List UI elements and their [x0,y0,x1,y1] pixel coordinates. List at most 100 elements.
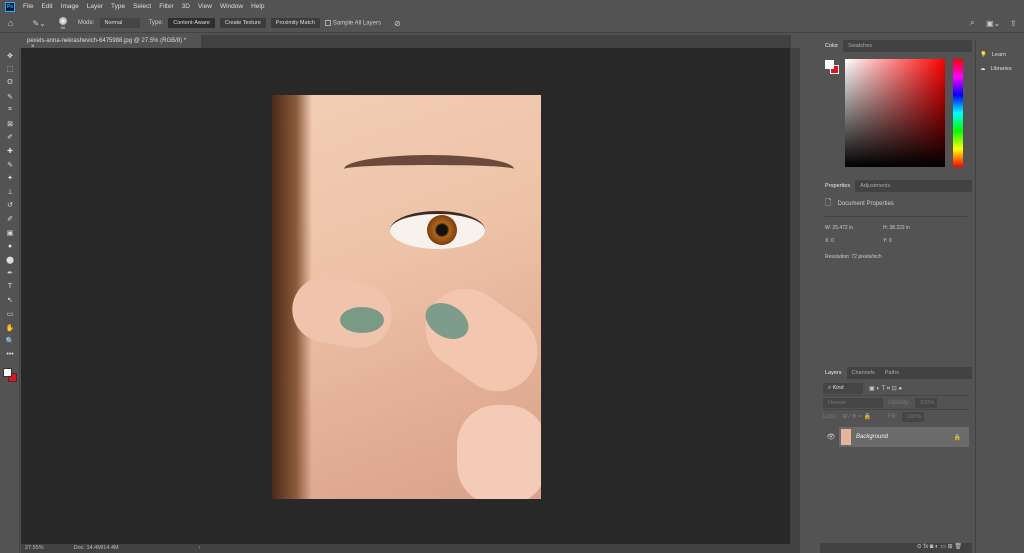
tool-6[interactable]: ✐ [0,131,20,145]
layer-row-background[interactable]: 👁 Background 🔒 [823,427,969,447]
tools-panel: ✥ ⬚ ʘ ✎ ⌗ ⊠ ✐ ✚ ✎ ✦ ⊥ ↺ ✐ ▣ ● ⬤ ✒ T ↖ ▭ ✋ 🔍 ••• [0,49,20,553]
options-bar: ⌂ ✎⌄ 88 Mode: Normal Type: Content-Aware… [0,14,1024,33]
sample-all-layers-checkbox[interactable]: Sample All Layers [324,19,381,26]
create-texture-button[interactable]: Create Texture [219,18,266,28]
foreground-color[interactable] [825,60,834,69]
tool-14[interactable]: ● [0,239,20,253]
color-field[interactable] [845,59,945,167]
lightbulb-icon: 💡 [980,52,987,58]
tool-0[interactable]: ✥ [0,49,20,63]
type-label: Type: [148,20,164,26]
resolution: Resolution: 72 pixels/inch [825,254,882,260]
tool-2[interactable]: ʘ [0,76,20,90]
properties-panel: 🗋 Document Properties W: 25.472 in H: 38.… [820,192,972,367]
blend-mode-select[interactable]: Normal [823,397,883,408]
spot-healing-brush-icon[interactable]: ✎⌄ [32,19,45,28]
x-value[interactable]: X: 0 [825,238,883,244]
vertical-scrollbar[interactable] [790,48,800,553]
color-swatches[interactable] [0,366,19,388]
menu-window[interactable]: Window [220,3,243,10]
filter-icons[interactable]: ▣ ◐ T ⌗ ⊡ ● [869,385,902,393]
layer-thumbnail [841,429,851,445]
tool-22[interactable]: ••• [0,348,20,362]
menu-file[interactable]: File [23,3,33,10]
menu-select[interactable]: Select [133,3,151,10]
visibility-eye-icon[interactable]: 👁 [823,433,839,441]
tool-9[interactable]: ✦ [0,171,20,185]
share-icon[interactable]: ⇪ [1010,19,1017,28]
tool-10[interactable]: ⊥ [0,185,20,199]
fill-input[interactable]: 100% [902,412,925,422]
menu-help[interactable]: Help [251,3,264,10]
proximity-match-button[interactable]: Proximity Match [270,18,320,28]
tool-5[interactable]: ⊠ [0,117,20,131]
tool-8[interactable]: ✎ [0,158,20,172]
tool-12[interactable]: ✐ [0,212,20,226]
tool-1[interactable]: ⬚ [0,63,20,77]
status-bar: 27.55% Doc: 14.4M/14.4M › [21,544,790,553]
libraries-panel-button[interactable]: ☁ Libraries [976,62,1024,76]
layer-name[interactable]: Background [856,434,888,440]
tool-20[interactable]: ✋ [0,321,20,335]
tab-channels[interactable]: Channels [847,367,880,379]
tool-21[interactable]: 🔍 [0,334,20,348]
opacity-label: Opacity: [888,399,911,406]
layers-panel: ⌕ Kind ▣ ◐ T ⌗ ⊡ ● Normal Opacity: 100% … [820,379,972,450]
layer-filter-kind[interactable]: ⌕ Kind [823,383,863,394]
learn-panel-button[interactable]: 💡 Learn [976,48,1024,62]
tool-4[interactable]: ⌗ [0,103,20,117]
tool-11[interactable]: ↺ [0,199,20,213]
tab-swatches[interactable]: Swatches [843,40,877,52]
pressure-icon[interactable]: ⊘ [394,19,401,28]
document-tab[interactable]: pexels-anna-nekrashevich-6475988.jpg @ 2… [21,35,201,50]
lock-icons[interactable]: ⊞ ⁄ ✥ ⌗ 🔒 [842,413,871,421]
menu-layer[interactable]: Layer [87,3,103,10]
tool-17[interactable]: T [0,280,20,294]
home-icon[interactable]: ⌂ [8,18,13,28]
menu-filter[interactable]: Filter [159,3,173,10]
tab-properties[interactable]: Properties [820,180,856,192]
tab-color[interactable]: Color [820,40,844,52]
doc-size: Doc: 14.4M/14.4M [73,545,119,551]
mode-select[interactable]: Normal [99,18,140,28]
workspace-icon[interactable]: ▣⌄ [986,19,1000,28]
brush-preset-picker[interactable]: 88 [58,16,67,30]
tab-adjustments[interactable]: Adjustments [855,180,895,192]
tool-19[interactable]: ▭ [0,307,20,321]
menu-3d[interactable]: 3D [182,3,190,10]
tool-15[interactable]: ⬤ [0,253,20,267]
layer-actions-bar[interactable]: ⊙ fx ◙ ◐ ▭ ⊞ 🗑 [820,543,972,553]
tool-16[interactable]: ✒ [0,267,20,281]
menu-image[interactable]: Image [61,3,79,10]
zoom-level[interactable]: 27.55% [25,545,44,552]
tool-18[interactable]: ↖ [0,294,20,308]
panel-dock: Color Swatches Properties Adjustments 🗋 D… [820,40,972,553]
content-aware-button[interactable]: Content-Aware [168,18,215,28]
height-value[interactable]: H: 38.222 in [883,225,943,231]
search-icon[interactable]: ⌕ [970,18,974,28]
fill-label: Fill: [887,414,898,420]
document-image[interactable] [272,95,541,499]
document-icon: 🗋 [825,198,832,207]
tool-13[interactable]: ▣ [0,226,20,240]
menu-view[interactable]: View [198,3,212,10]
color-panel [820,52,972,180]
properties-title: Document Properties [837,201,894,207]
tab-paths[interactable]: Paths [880,367,904,379]
lock-label: Lock: [823,414,838,420]
width-value[interactable]: W: 25.472 in [825,225,883,231]
tool-3[interactable]: ✎ [0,90,20,104]
status-menu-arrow[interactable]: › [199,545,201,552]
photoshop-logo: Ps [5,1,15,12]
layers-panel-tabs: Layers Channels Paths [820,367,972,379]
y-value[interactable]: Y: 0 [883,238,943,244]
menu-edit[interactable]: Edit [41,3,52,10]
menu-type[interactable]: Type [111,3,125,10]
tool-7[interactable]: ✚ [0,144,20,158]
document-tab-bar: pexels-anna-nekrashevich-6475988.jpg @ 2… [21,35,791,50]
hue-slider[interactable] [953,59,963,167]
mode-label: Mode: [77,20,95,26]
layer-lock-icon: 🔒 [953,434,961,441]
opacity-input[interactable]: 100% [915,397,938,408]
tab-layers[interactable]: Layers [820,367,847,379]
